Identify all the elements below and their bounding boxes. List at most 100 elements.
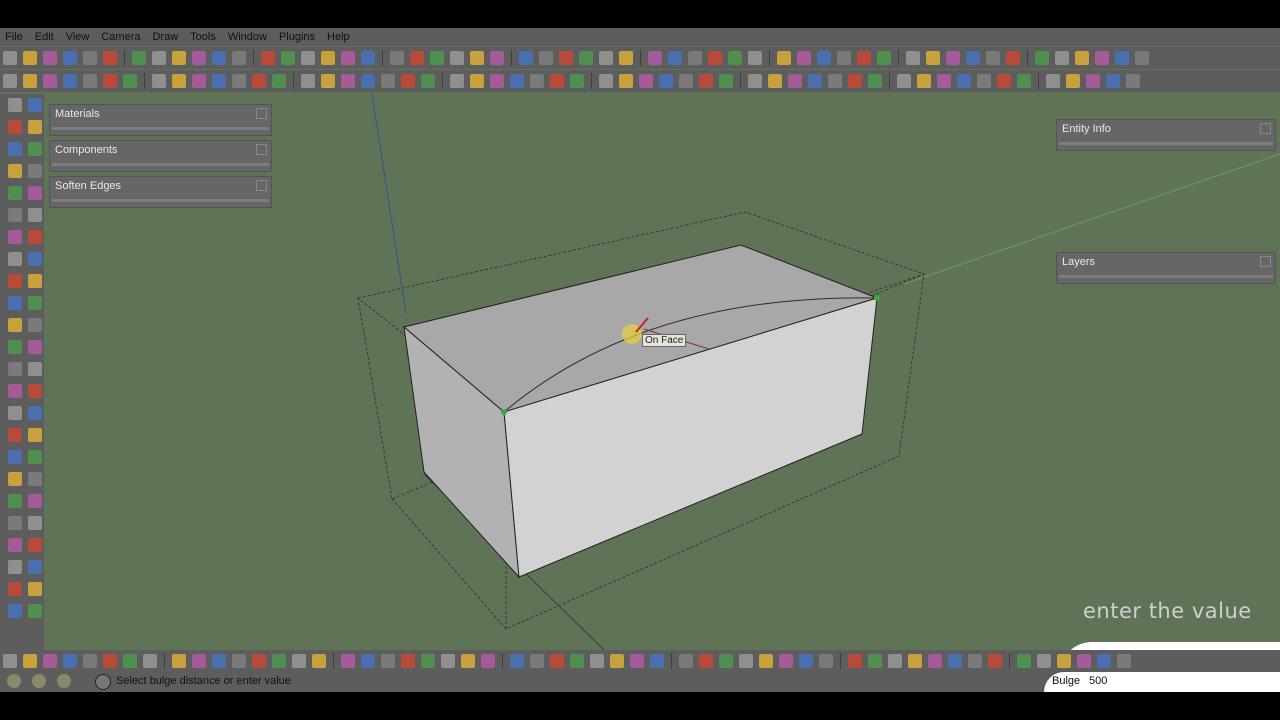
toolbar-tool-icon[interactable] — [481, 654, 495, 668]
toolbar-tool-icon[interactable] — [968, 654, 982, 668]
toolbar-tool-icon[interactable] — [490, 51, 504, 65]
toolbar-tool-icon[interactable] — [639, 74, 653, 88]
pin-icon[interactable] — [256, 144, 267, 155]
toolbar-tool-icon[interactable] — [1115, 51, 1129, 65]
toolbar-tool-icon[interactable] — [381, 654, 395, 668]
toolbar-tool-icon[interactable] — [441, 654, 455, 668]
toolbar-tool-icon[interactable] — [312, 654, 326, 668]
toolbar-tool-icon[interactable] — [192, 654, 206, 668]
toolbar-tool-icon[interactable] — [579, 51, 593, 65]
tool-icon[interactable] — [8, 274, 22, 288]
tool-icon[interactable] — [28, 120, 42, 134]
toolbar-tool-icon[interactable] — [590, 654, 604, 668]
soften-edges-panel[interactable]: Soften Edges — [49, 176, 272, 208]
toolbar-tool-icon[interactable] — [63, 654, 77, 668]
toolbar-tool-icon[interactable] — [321, 74, 335, 88]
components-panel[interactable]: Components — [49, 140, 272, 172]
toolbar-tool-icon[interactable] — [699, 654, 713, 668]
toolbar-tool-icon[interactable] — [410, 51, 424, 65]
toolbar-tool-icon[interactable] — [272, 654, 286, 668]
tool-icon[interactable] — [8, 538, 22, 552]
toolbar-tool-icon[interactable] — [1035, 51, 1049, 65]
toolbar-tool-icon[interactable] — [510, 654, 524, 668]
toolbar-tool-icon[interactable] — [43, 654, 57, 668]
toolbar-tool-icon[interactable] — [788, 74, 802, 88]
user-icon[interactable] — [57, 674, 71, 688]
tool-icon[interactable] — [8, 560, 22, 574]
tool-icon[interactable] — [8, 406, 22, 420]
toolbar-tool-icon[interactable] — [1097, 654, 1111, 668]
toolbar-tool-icon[interactable] — [341, 654, 355, 668]
tool-icon[interactable] — [28, 362, 42, 376]
tool-icon[interactable] — [8, 164, 22, 178]
toolbar-tool-icon[interactable] — [361, 654, 375, 668]
materials-panel[interactable]: Materials — [49, 104, 272, 136]
tool-icon[interactable] — [28, 230, 42, 244]
toolbar-tool-icon[interactable] — [63, 51, 77, 65]
toolbar-tool-icon[interactable] — [530, 74, 544, 88]
toolbar-tool-icon[interactable] — [1006, 51, 1020, 65]
tool-icon[interactable] — [8, 120, 22, 134]
toolbar-tool-icon[interactable] — [877, 51, 891, 65]
toolbar-tool-icon[interactable] — [261, 51, 275, 65]
tool-icon[interactable] — [28, 98, 42, 112]
tool-icon[interactable] — [28, 516, 42, 530]
toolbar-tool-icon[interactable] — [599, 51, 613, 65]
menu-edit[interactable]: Edit — [30, 31, 61, 43]
toolbar-tool-icon[interactable] — [888, 654, 902, 668]
toolbar-tool-icon[interactable] — [341, 51, 355, 65]
toolbar-tool-icon[interactable] — [997, 74, 1011, 88]
tool-icon[interactable] — [28, 274, 42, 288]
toolbar-tool-icon[interactable] — [1106, 74, 1120, 88]
toolbar-tool-icon[interactable] — [948, 654, 962, 668]
toolbar-tool-icon[interactable] — [123, 654, 137, 668]
tool-icon[interactable] — [28, 208, 42, 222]
pin-icon[interactable] — [1260, 256, 1271, 267]
layers-panel[interactable]: Layers — [1056, 252, 1276, 284]
tool-icon[interactable] — [28, 450, 42, 464]
measurements-value[interactable]: 500 — [1089, 675, 1107, 687]
toolbar-tool-icon[interactable] — [23, 74, 37, 88]
toolbar-tool-icon[interactable] — [103, 74, 117, 88]
toolbar-tool-icon[interactable] — [252, 654, 266, 668]
toolbar-tool-icon[interactable] — [421, 74, 435, 88]
menu-view[interactable]: View — [61, 31, 97, 43]
tool-icon[interactable] — [8, 252, 22, 266]
toolbar-tool-icon[interactable] — [777, 51, 791, 65]
credits-icon[interactable] — [32, 674, 46, 688]
toolbar-tool-icon[interactable] — [550, 654, 564, 668]
tool-icon[interactable] — [28, 142, 42, 156]
toolbar-tool-icon[interactable] — [519, 51, 533, 65]
tool-icon[interactable] — [28, 318, 42, 332]
toolbar-tool-icon[interactable] — [103, 51, 117, 65]
toolbar-tool-icon[interactable] — [450, 74, 464, 88]
toolbar-tool-icon[interactable] — [23, 654, 37, 668]
toolbar-tool-icon[interactable] — [3, 654, 17, 668]
toolbar-tool-icon[interactable] — [172, 654, 186, 668]
toolbar-tool-icon[interactable] — [728, 51, 742, 65]
toolbar-tool-icon[interactable] — [3, 51, 17, 65]
tool-icon[interactable] — [28, 296, 42, 310]
toolbar-tool-icon[interactable] — [192, 74, 206, 88]
menu-camera[interactable]: Camera — [96, 31, 147, 43]
toolbar-tool-icon[interactable] — [490, 74, 504, 88]
toolbar-tool-icon[interactable] — [23, 51, 37, 65]
toolbar-tool-icon[interactable] — [1046, 74, 1060, 88]
toolbar-tool-icon[interactable] — [610, 654, 624, 668]
tool-icon[interactable] — [8, 516, 22, 530]
toolbar-tool-icon[interactable] — [679, 654, 693, 668]
toolbar-tool-icon[interactable] — [1055, 51, 1069, 65]
toolbar-tool-icon[interactable] — [1095, 51, 1109, 65]
toolbar-tool-icon[interactable] — [192, 51, 206, 65]
toolbar-tool-icon[interactable] — [748, 74, 762, 88]
toolbar-tool-icon[interactable] — [252, 74, 266, 88]
entity-info-panel[interactable]: Entity Info — [1056, 119, 1276, 151]
tool-icon[interactable] — [8, 494, 22, 508]
help-icon[interactable] — [95, 674, 111, 690]
tool-icon[interactable] — [28, 252, 42, 266]
tool-icon[interactable] — [8, 318, 22, 332]
tool-icon[interactable] — [28, 472, 42, 486]
toolbar-tool-icon[interactable] — [599, 74, 613, 88]
toolbar-tool-icon[interactable] — [817, 51, 831, 65]
tool-icon[interactable] — [8, 98, 22, 112]
